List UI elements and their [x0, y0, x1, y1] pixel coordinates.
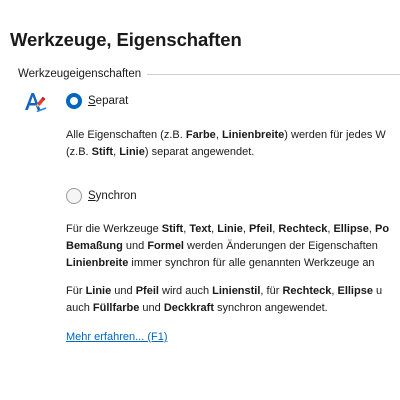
synchron-description-1-line-1: Für die Werkzeuge Stift, Text, Linie, Pf…: [66, 223, 390, 235]
radio-synchron-indicator[interactable]: [66, 188, 82, 204]
synchron-description-1-line-3: Linienbreite immer synchron für alle gen…: [66, 257, 375, 269]
synchron-description-2-line-2: auch Füllfarbe und Deckkraft synchron an…: [66, 302, 328, 314]
group-title: Werkzeugeigenschaften: [18, 68, 142, 80]
separat-description-line-2: (z.B. Stift, Linie) separat angewendet.: [66, 146, 255, 158]
separat-description-line-1: Alle Eigenschaften (z.B. Farbe, Linienbr…: [66, 129, 386, 141]
synchron-description-2-line-1: Für Linie und Pfeil wird auch Linienstil…: [66, 285, 383, 297]
radio-synchron-label[interactable]: Synchron: [88, 190, 137, 202]
group-divider: [147, 74, 400, 75]
synchron-description-1: Für die Werkzeuge Stift, Text, Linie, Pf…: [66, 221, 389, 272]
synchron-description-1-line-2: Bemaßung und Formel werden Änderungen de…: [66, 240, 378, 252]
learn-more-link[interactable]: Mehr erfahren... (F1): [66, 329, 167, 346]
radio-synchron[interactable]: Synchron: [66, 186, 137, 206]
page-title: Werkzeuge, Eigenschaften: [10, 29, 242, 50]
group-header: Werkzeugeigenschaften: [18, 66, 400, 82]
synchron-description-2: Für Linie und Pfeil wird auch Linienstil…: [66, 283, 382, 317]
radio-separat-label[interactable]: Separat: [88, 95, 128, 107]
separat-description: Alle Eigenschaften (z.B. Farbe, Linienbr…: [66, 127, 386, 161]
text-pen-icon: [25, 93, 47, 113]
radio-separat[interactable]: Separat: [66, 91, 128, 111]
radio-separat-indicator[interactable]: [66, 93, 82, 109]
